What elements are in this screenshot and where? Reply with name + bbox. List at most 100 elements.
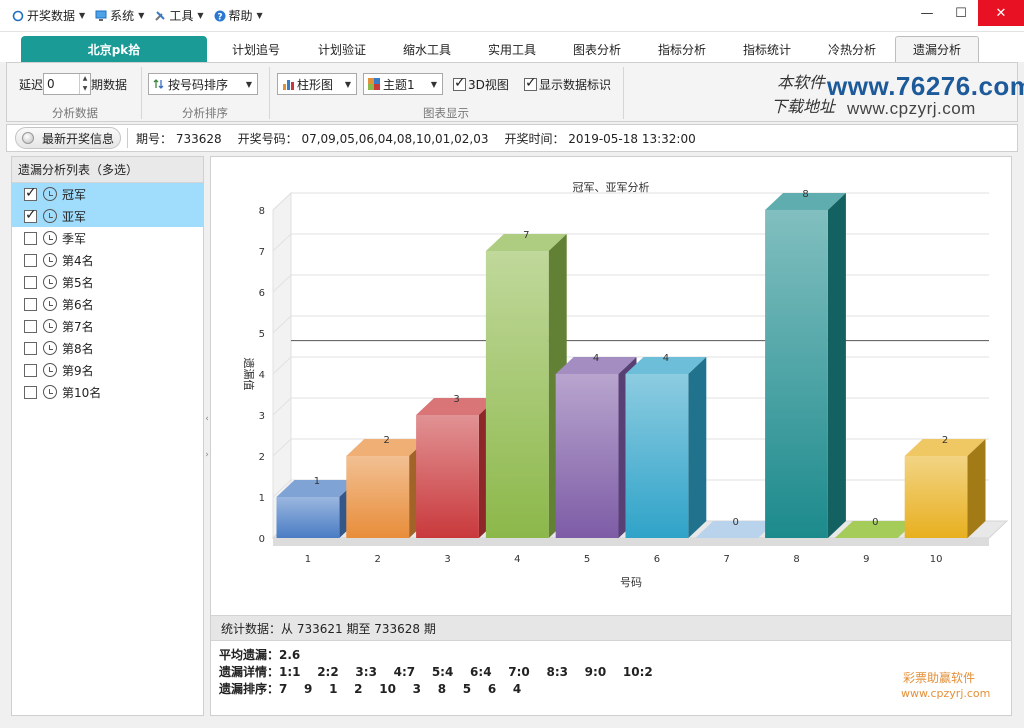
- tab-shrink-tool[interactable]: 缩水工具: [385, 36, 469, 62]
- draw-time: 开奖时间： 2019-05-18 13:32:00: [504, 131, 696, 146]
- show-labels-checkbox[interactable]: [524, 75, 537, 91]
- latest-draw-button[interactable]: 最新开奖信息: [15, 127, 121, 149]
- stats-average: 平均遗漏：2.6: [219, 648, 301, 662]
- tab-chart-analysis[interactable]: 图表分析: [555, 36, 639, 62]
- chart-type-select[interactable]: 柱形图 ▼: [277, 73, 357, 95]
- tab-beijing-pk10[interactable]: 北京pk拾: [21, 36, 207, 62]
- delay-value[interactable]: 0: [47, 77, 55, 91]
- divider: [269, 67, 270, 119]
- item-checkbox[interactable]: [24, 297, 37, 311]
- list-item[interactable]: 第4名: [12, 249, 203, 271]
- bar: [276, 497, 340, 538]
- theme-control: 主题1 ▼: [363, 73, 443, 95]
- latest-draw-bar: 最新开奖信息 期号： 733628 开奖号码： 07,09,05,06,04,0…: [6, 124, 1018, 152]
- item-checkbox[interactable]: [24, 341, 37, 355]
- bar-value-label: 8: [802, 189, 808, 200]
- stats-header: 统计数据：从 733621 期至 733628 期: [211, 615, 1011, 641]
- tab-hot-cold[interactable]: 冷热分析: [810, 36, 894, 62]
- spinner-arrows-icon[interactable]: ▲ ▼: [79, 74, 90, 94]
- clock-icon: [43, 275, 57, 289]
- y-tick-label: 8: [259, 206, 265, 217]
- clock-icon: [43, 385, 57, 399]
- menu-tools[interactable]: 工具 ▼: [154, 7, 204, 24]
- bar-value-label: 2: [942, 435, 948, 446]
- bar: [765, 210, 828, 538]
- list-item[interactable]: 亚军: [12, 205, 203, 227]
- sort-select[interactable]: 按号码排序 ▼: [148, 73, 258, 95]
- item-checkbox[interactable]: [24, 207, 37, 223]
- x-tick-label: 4: [514, 554, 520, 565]
- view3d-toggle[interactable]: 3D视图: [453, 73, 509, 95]
- x-tick-label: 10: [930, 554, 943, 565]
- maximize-button[interactable]: ☐: [944, 0, 978, 26]
- item-label: 第7名: [62, 319, 94, 334]
- y-tick-label: 0: [259, 534, 265, 545]
- minimize-button[interactable]: —: [910, 0, 944, 26]
- item-checkbox[interactable]: [24, 275, 37, 289]
- list-item[interactable]: 第9名: [12, 359, 203, 381]
- item-checkbox[interactable]: [24, 253, 37, 267]
- tab-plan-verify[interactable]: 计划验证: [300, 36, 384, 62]
- clock-icon: [43, 187, 57, 201]
- menu-system[interactable]: 系统 ▼: [95, 7, 144, 24]
- bar: [555, 374, 619, 538]
- bar-side: [827, 193, 846, 538]
- clock-icon: [43, 341, 57, 355]
- stats-body: 平均遗漏：2.6 遗漏详情：1:1 2:2 3:3 4:7 5:4 6:4 7:…: [219, 647, 653, 698]
- chart-panel: 0 1 2 3 4 5 6 7 8 冠军、亚军分析 号码 遗漏值 1 1 2 2 3 3 7 4 4 5 4 6 0 7 8 8 0 9 2…: [210, 156, 1012, 716]
- item-label: 第9名: [62, 363, 94, 378]
- x-tick-label: 2: [375, 554, 381, 565]
- chevron-down-icon: ▼: [79, 11, 86, 20]
- chevron-down-icon: ▼: [245, 79, 252, 89]
- bar-chart: 0 1 2 3 4 5 6 7 8 冠军、亚军分析号码 遗漏值 1 1 2 2 3 3 7 4 4 5 4 6 0 7 8 8 0 9 2…: [242, 180, 1009, 589]
- clock-icon: [43, 231, 57, 245]
- tab-indicator-analysis[interactable]: 指标分析: [640, 36, 724, 62]
- sort-icon: [153, 78, 165, 90]
- chart-type-control: 柱形图 ▼: [277, 73, 357, 95]
- item-label: 第5名: [62, 275, 94, 290]
- list-item[interactable]: 第7名: [12, 315, 203, 337]
- item-checkbox[interactable]: [24, 363, 37, 377]
- bar: [625, 374, 689, 538]
- x-tick-label: 9: [863, 554, 869, 565]
- watermark-url: www.cpzyrj.com: [901, 687, 991, 700]
- list-header: 遗漏分析列表（多选）: [12, 157, 203, 183]
- list-item[interactable]: 季军: [12, 227, 203, 249]
- watermark-text: 彩票助赢软件: [903, 671, 976, 685]
- sort-control: 按号码排序 ▼: [148, 73, 258, 95]
- item-checkbox[interactable]: [24, 319, 37, 333]
- theme-select[interactable]: 主题1 ▼: [363, 73, 443, 95]
- menu-lottery-data[interactable]: 开奖数据 ▼: [12, 7, 85, 24]
- view3d-checkbox[interactable]: [453, 75, 466, 91]
- list-item[interactable]: 第6名: [12, 293, 203, 315]
- item-checkbox[interactable]: [24, 185, 37, 201]
- theme-value: 主题1: [383, 77, 415, 92]
- list-item[interactable]: 冠军: [12, 183, 203, 205]
- clock-icon: [43, 297, 57, 311]
- tab-indicator-stats[interactable]: 指标统计: [725, 36, 809, 62]
- chart-type-value: 柱形图: [297, 77, 334, 92]
- tab-missing-analysis[interactable]: 遗漏分析: [895, 36, 979, 62]
- list-item[interactable]: 第5名: [12, 271, 203, 293]
- y-tick-label: 7: [259, 247, 265, 258]
- chart-title: 冠军、亚军分析: [573, 180, 650, 194]
- list-item[interactable]: 第10名: [12, 381, 203, 403]
- bar-value-label: 4: [593, 353, 599, 364]
- item-checkbox[interactable]: [24, 385, 37, 399]
- item-checkbox[interactable]: [24, 231, 37, 245]
- list-item[interactable]: 第8名: [12, 337, 203, 359]
- tab-plan-chase[interactable]: 计划追号: [214, 36, 298, 62]
- show-labels-toggle[interactable]: 显示数据标识: [524, 73, 611, 95]
- stats-rank: 遗漏排序：7 9 1 2 10 3 8 5 6 4: [219, 682, 522, 696]
- x-tick-label: 5: [584, 554, 590, 565]
- y-tick-label: 1: [259, 493, 265, 504]
- y-tick-label: 2: [259, 452, 265, 463]
- menu-help[interactable]: ? 帮助 ▼: [214, 7, 263, 24]
- menu-label: 工具: [169, 9, 194, 23]
- bar-value-label: 3: [453, 394, 459, 405]
- x-tick-label: 1: [305, 554, 311, 565]
- item-label: 第6名: [62, 297, 94, 312]
- tab-utility-tool[interactable]: 实用工具: [470, 36, 554, 62]
- delay-spinner[interactable]: 0 ▲ ▼: [43, 73, 92, 95]
- close-button[interactable]: ✕: [978, 0, 1024, 26]
